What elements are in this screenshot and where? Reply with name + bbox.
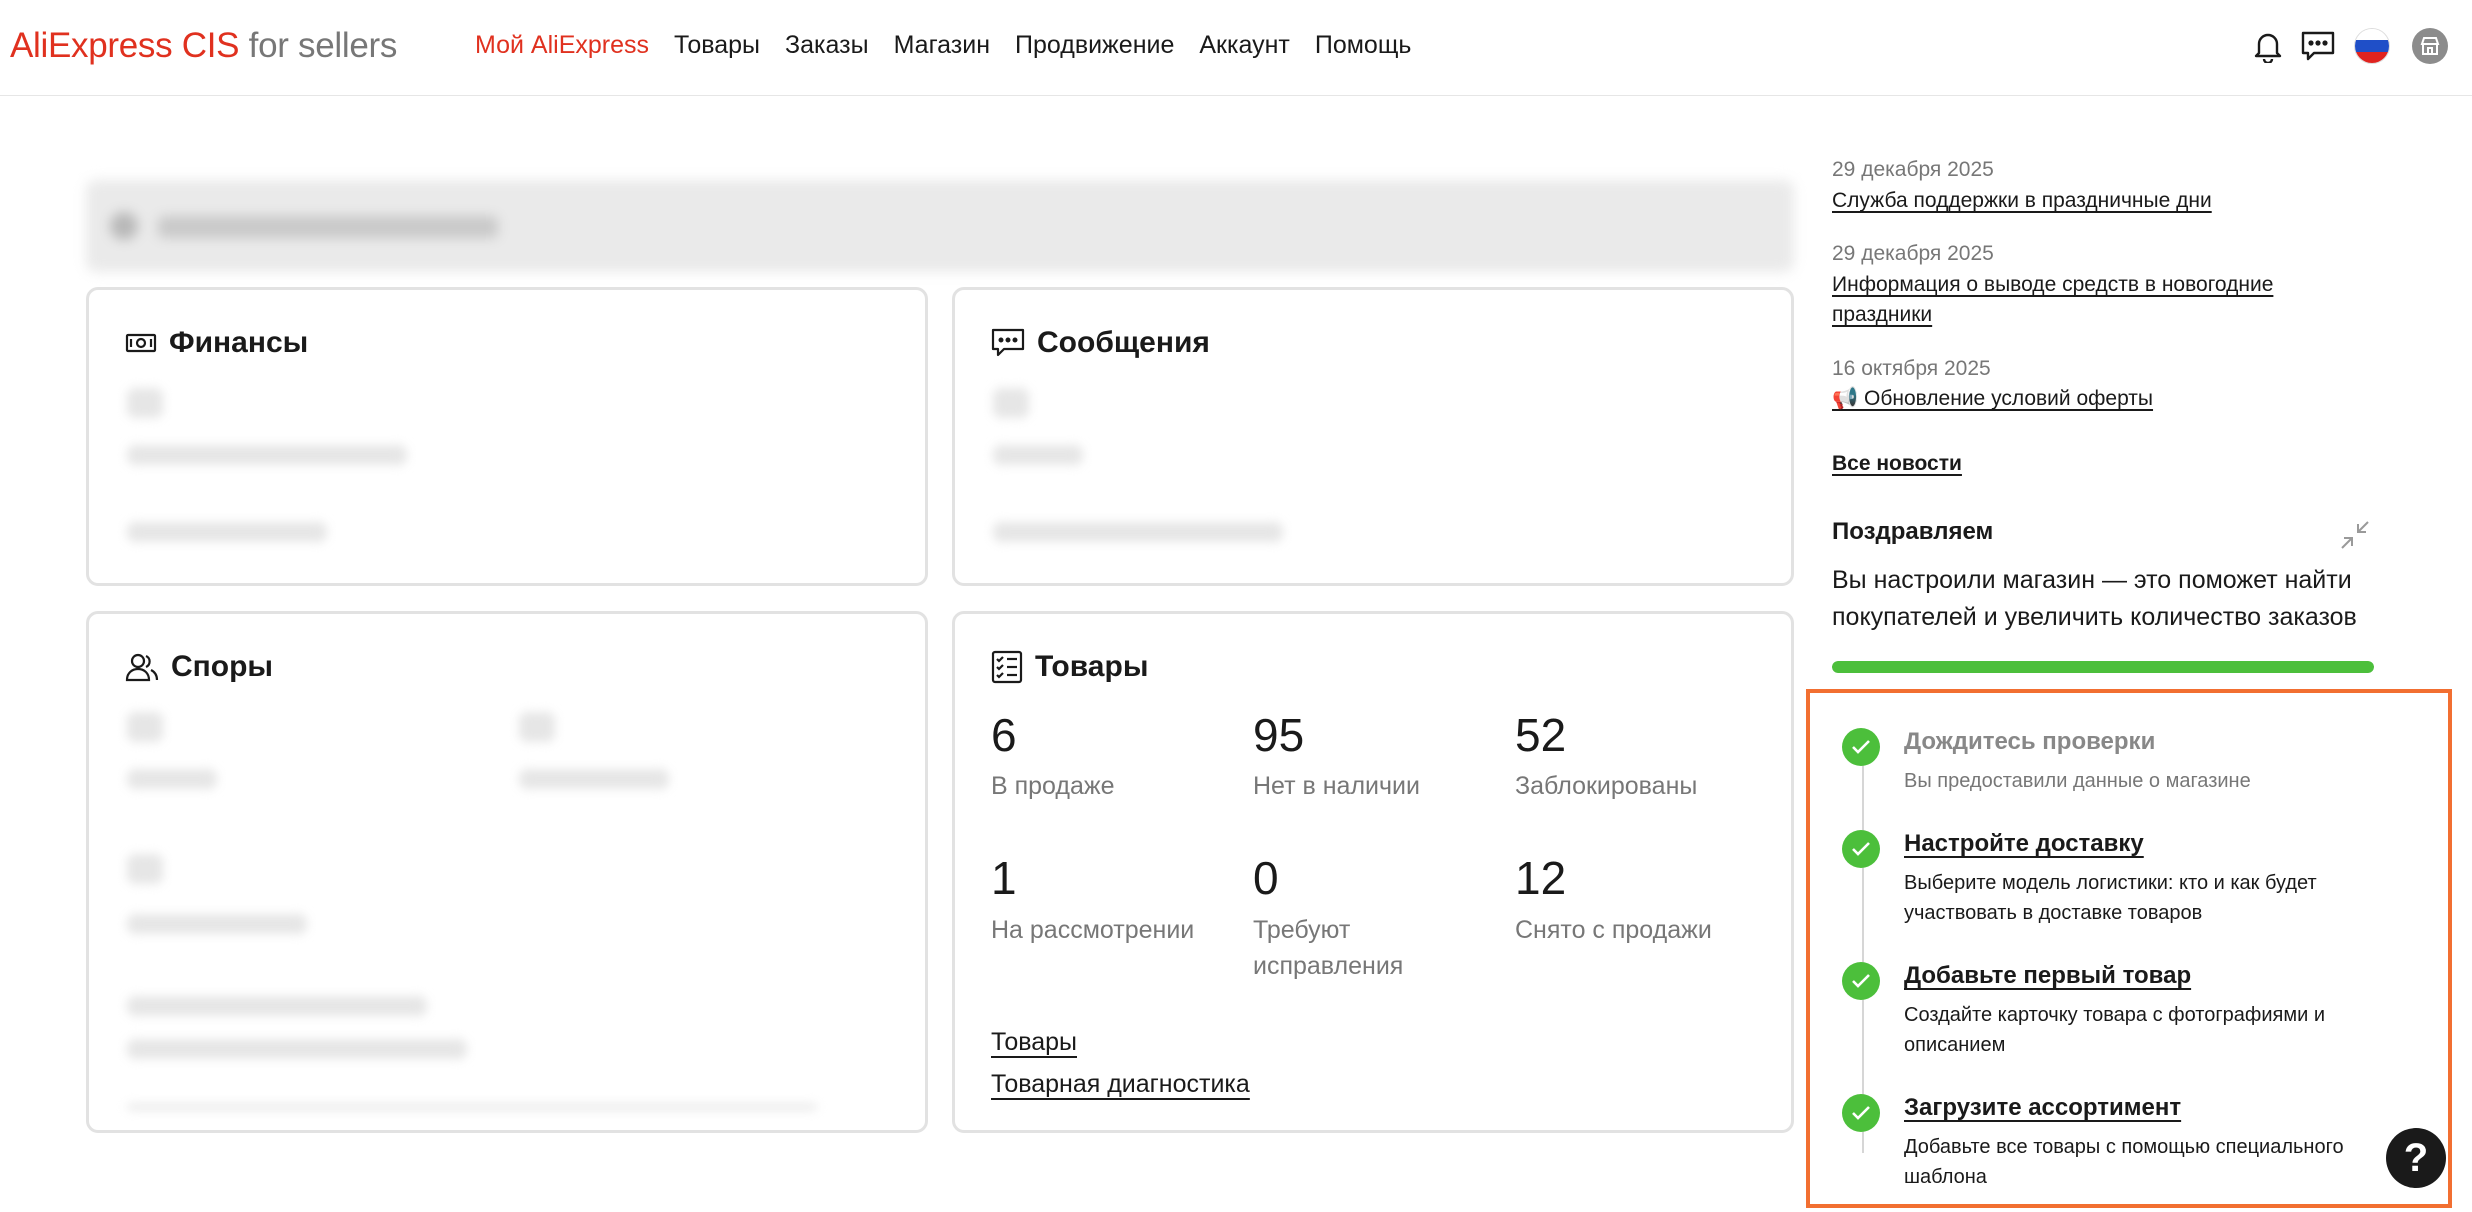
stat-on-sale-label: В продаже (991, 772, 1115, 800)
stat-under-review-label: На рассмотрении (991, 916, 1195, 944)
messages-card-title: Сообщения (991, 326, 1210, 360)
logo-suffix: for sellers (248, 26, 398, 65)
header-icons (2248, 26, 2448, 66)
all-news-link[interactable]: Все новости (1832, 452, 1962, 476)
onboarding-steps-panel: Дождитесь проверки Вы предоставили данны… (1806, 689, 2452, 1208)
check-icon (1842, 830, 1880, 868)
main-nav: Мой AliExpress Товары Заказы Магазин Про… (475, 31, 1411, 60)
stat-blocked-label: Заблокированы (1515, 772, 1698, 800)
products-link[interactable]: Товары (991, 1028, 1077, 1057)
news-date-2: 29 декабря 2025 (1832, 242, 1994, 265)
news-link-3[interactable]: 📢 Обновление условий оферты (1832, 384, 2352, 414)
collapse-icon[interactable] (2338, 518, 2372, 552)
messages-card: Сообщения (952, 287, 1794, 586)
chat-icon (991, 328, 1025, 358)
finance-card-title: Финансы (125, 326, 308, 360)
check-icon (1842, 1094, 1880, 1132)
step-title-link[interactable]: Добавьте первый товар (1904, 962, 2191, 990)
steps-connector (1862, 753, 1864, 1153)
onboarding-progress-fill (1832, 661, 2374, 673)
disputes-title-text: Споры (171, 650, 274, 683)
news-link-2[interactable]: Информация о выводе средств в новогодние… (1832, 270, 2312, 330)
russia-flag-icon[interactable] (2354, 28, 2390, 64)
stat-blocked-value[interactable]: 52 (1515, 708, 1566, 762)
help-button[interactable]: ? (2386, 1128, 2446, 1188)
money-icon (125, 332, 157, 354)
products-card: Товары 6 В продаже 95 Нет в наличии 52 З… (952, 611, 1794, 1133)
stat-removed-value[interactable]: 12 (1515, 851, 1566, 905)
announcement-banner (86, 180, 1794, 272)
stat-under-review-value[interactable]: 1 (991, 851, 1017, 905)
finance-card: Финансы (86, 287, 928, 586)
check-icon (1842, 962, 1880, 1000)
news-date-1: 29 декабря 2025 (1832, 158, 1994, 181)
stat-out-of-stock-value[interactable]: 95 (1253, 708, 1304, 762)
step-desc: Выберите модель логистики: кто и как буд… (1904, 872, 2317, 924)
step-desc: Вы предоставили данные о магазине (1904, 770, 2251, 792)
step-title: Дождитесь проверки (1904, 728, 2156, 755)
stat-on-sale-value[interactable]: 6 (991, 708, 1017, 762)
nav-promotion[interactable]: Продвижение (1015, 31, 1174, 60)
logo-brand: AliExpress CIS (10, 26, 240, 65)
step-title-link[interactable]: Загрузите ассортимент (1904, 1094, 2181, 1122)
congrats-title: Поздравляем (1832, 518, 1994, 545)
finance-title-text: Финансы (169, 326, 309, 359)
nav-products[interactable]: Товары (674, 31, 760, 60)
products-card-title: Товары (991, 650, 1148, 684)
nav-my-aliexpress[interactable]: Мой AliExpress (475, 31, 649, 60)
top-header: AliExpress CIS for sellers Мой AliExpres… (0, 0, 2472, 96)
step-desc: Добавьте все товары с помощью специально… (1904, 1136, 2344, 1188)
news-date-3: 16 октября 2025 (1832, 357, 1991, 380)
product-diagnostics-link[interactable]: Товарная диагностика (991, 1070, 1250, 1099)
bell-icon[interactable] (2248, 26, 2288, 66)
nav-orders[interactable]: Заказы (785, 31, 869, 60)
checklist-icon (991, 650, 1023, 684)
disputes-card: Споры (86, 611, 928, 1133)
check-icon (1842, 728, 1880, 766)
logo[interactable]: AliExpress CIS for sellers (10, 26, 397, 66)
stat-removed-label: Снято с продажи (1515, 916, 1712, 944)
stat-out-of-stock-label: Нет в наличии (1253, 772, 1420, 800)
users-icon (125, 652, 159, 682)
products-title-text: Товары (1035, 650, 1149, 683)
nav-account[interactable]: Аккаунт (1199, 31, 1289, 60)
nav-store[interactable]: Магазин (894, 31, 990, 60)
step-desc: Создайте карточку товара с фотографиями … (1904, 1004, 2326, 1056)
nav-help[interactable]: Помощь (1315, 31, 1412, 60)
step-title-link[interactable]: Настройте доставку (1904, 830, 2144, 858)
stat-needs-fix-value[interactable]: 0 (1253, 851, 1279, 905)
congrats-text: Вы настроили магазин — это поможет найти… (1832, 566, 2357, 631)
stat-needs-fix-label: Требуют исправления (1253, 916, 1404, 980)
messages-title-text: Сообщения (1037, 326, 1210, 359)
message-icon[interactable] (2298, 26, 2338, 66)
news-link-1[interactable]: Служба поддержки в праздничные дни (1832, 186, 2352, 216)
disputes-card-title: Споры (125, 650, 273, 684)
store-avatar-icon[interactable] (2412, 28, 2448, 64)
onboarding-progress-bar (1832, 661, 2374, 673)
